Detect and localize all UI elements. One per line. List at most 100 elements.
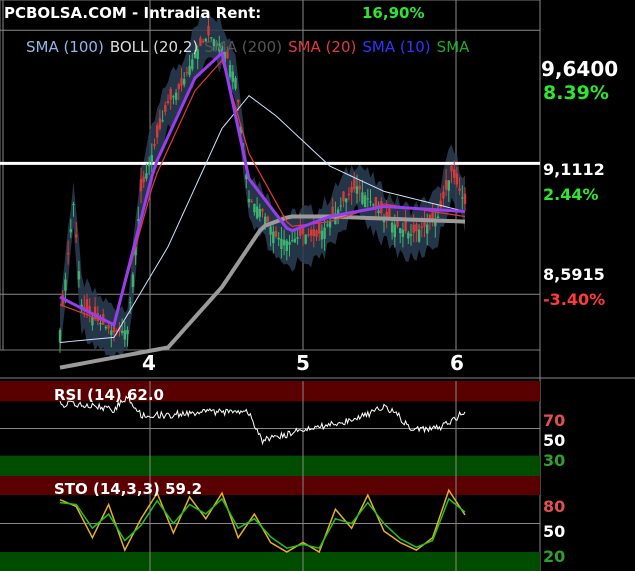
rsi-level-50: 50	[543, 431, 566, 450]
ref-price: 9,1112	[543, 160, 605, 179]
candle-body	[369, 201, 372, 203]
candle-body	[353, 178, 356, 190]
candle-body	[147, 164, 151, 167]
candle-body	[296, 237, 299, 239]
candle-body	[153, 144, 156, 147]
candle-body	[253, 203, 256, 213]
last-pct: 8.39%	[543, 82, 609, 104]
candle-body	[401, 229, 405, 237]
candle-body	[447, 180, 450, 191]
candle-body	[339, 205, 342, 207]
candle-body	[72, 203, 75, 206]
candle-body	[120, 330, 124, 333]
candle-body	[439, 200, 442, 208]
candle-body	[358, 185, 361, 190]
candle-body	[396, 220, 399, 227]
candle-body	[250, 201, 253, 203]
candle-body	[255, 206, 259, 219]
candle-body	[272, 231, 275, 244]
rsi-level-70: 70	[543, 411, 566, 430]
candle-body	[142, 176, 145, 183]
candle-body	[91, 317, 94, 326]
candle-body	[131, 274, 135, 288]
x-tick-5: 5	[296, 351, 310, 375]
candle-body	[361, 192, 364, 204]
candle-body	[377, 210, 380, 213]
sto-k-line	[59, 488, 466, 554]
candle-body	[342, 191, 345, 202]
sto-title: STO (14,3,3) 59.2	[54, 480, 203, 498]
candle-body	[461, 197, 464, 199]
candle-body	[417, 229, 421, 242]
candle-body	[110, 330, 113, 335]
candle-body	[420, 226, 423, 229]
candle-body	[107, 324, 110, 329]
candle-body	[207, 25, 210, 36]
x-tick-4: 4	[142, 351, 156, 375]
candle-body	[185, 72, 189, 74]
candle-body	[99, 322, 102, 325]
candle-body	[69, 229, 72, 233]
legend-sma20: SMA (20)	[288, 38, 357, 56]
last-price: 9,6400	[541, 57, 619, 81]
candle-body	[288, 241, 291, 245]
rent-value: 16,90%	[362, 4, 425, 22]
x-tick-6: 6	[450, 351, 464, 375]
candle-body	[455, 173, 459, 185]
candle-body	[228, 64, 232, 78]
candle-body	[355, 186, 359, 194]
candle-body	[123, 330, 126, 340]
low-pct: -3.40%	[543, 290, 606, 309]
legend-sma10: SMA (10)	[362, 38, 431, 56]
candle-body	[231, 71, 234, 82]
candle-body	[177, 84, 180, 90]
candle-body	[309, 229, 313, 236]
candle-body	[58, 329, 62, 343]
rsi-oversold-zone	[0, 455, 540, 476]
low-price: 8,5915	[543, 265, 605, 284]
candle-body	[307, 234, 310, 236]
candle-body	[366, 198, 369, 200]
candle-body	[328, 221, 332, 228]
candle-body	[409, 234, 413, 236]
candle-body	[393, 224, 396, 238]
candle-body	[293, 238, 297, 243]
candle-body	[442, 191, 445, 199]
candle-body	[174, 92, 178, 100]
candle-body	[258, 208, 261, 217]
candle-body	[180, 78, 183, 86]
candle-body	[169, 88, 172, 100]
candle-body	[183, 79, 186, 85]
candle-body	[318, 222, 321, 234]
candle-body	[444, 180, 448, 190]
sto-level-20: 20	[543, 547, 566, 566]
candle-body	[280, 238, 283, 250]
candle-body	[64, 279, 67, 291]
candle-body	[363, 195, 367, 208]
candle-body	[458, 188, 461, 191]
candle-body	[407, 232, 410, 239]
rsi-title: RSI (14) 62.0	[54, 386, 164, 404]
candle-body	[274, 230, 278, 237]
candle-body	[139, 179, 143, 192]
candle-body	[315, 230, 318, 237]
candle-body	[415, 224, 418, 232]
candle-body	[164, 105, 167, 112]
legend-boll: BOLL (20,2)	[109, 38, 199, 56]
sto-level-50: 50	[543, 522, 566, 541]
candle-body	[158, 118, 162, 129]
candle-body	[161, 120, 164, 122]
candle-body	[282, 239, 286, 246]
candle-body	[304, 234, 307, 244]
legend-sma: SMA	[436, 38, 470, 56]
candle-body	[291, 240, 294, 242]
sto-oversold-zone	[0, 552, 540, 571]
candle-body	[234, 78, 237, 89]
candle-body	[345, 198, 348, 203]
chart-title: PCBOLSA.COM - Intradia Rent:	[4, 4, 262, 22]
candle-body	[172, 96, 175, 98]
candle-body	[261, 209, 264, 212]
candle-body	[463, 193, 467, 204]
candle-body	[450, 165, 453, 172]
candle-body	[323, 227, 326, 239]
